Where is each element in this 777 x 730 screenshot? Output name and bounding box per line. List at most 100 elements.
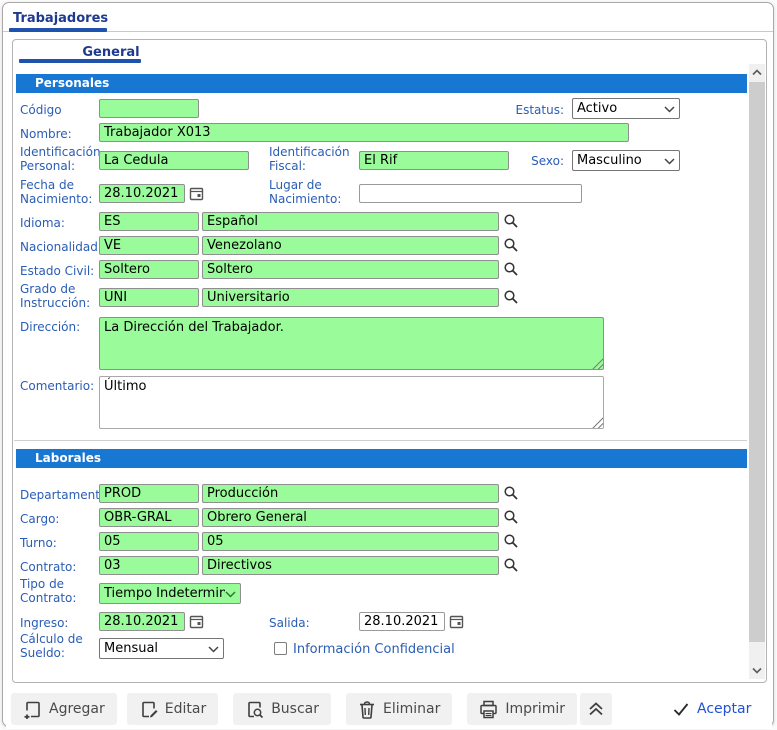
aceptar-button[interactable]: Aceptar: [660, 693, 763, 725]
search-icon[interactable]: [503, 237, 519, 253]
grado-instruccion-code-input[interactable]: [99, 288, 199, 307]
nombre-label: Nombre:: [20, 127, 100, 141]
estatus-label: Estatus:: [492, 103, 564, 117]
info-confidencial-checkbox[interactable]: [274, 642, 287, 655]
sexo-label: Sexo:: [492, 154, 564, 168]
nacionalidad-code-input[interactable]: [99, 236, 199, 255]
trabajadores-window: Trabajadores General Personales Código E…: [2, 2, 774, 727]
tab-trabajadores[interactable]: Trabajadores: [13, 11, 108, 26]
form-scroll-area: Personales Código Estatus: Activo Nombre…: [14, 64, 749, 679]
calendar-icon[interactable]: [449, 614, 464, 629]
contrato-code-input[interactable]: [99, 556, 199, 575]
estatus-select[interactable]: Activo: [572, 98, 680, 119]
calculo-sueldo-value: Mensual: [104, 641, 208, 656]
fecha-nacimiento-input[interactable]: [99, 184, 185, 203]
search-icon[interactable]: [503, 509, 519, 525]
comentario-label: Comentario:: [20, 379, 102, 393]
tipo-contrato-select[interactable]: Tiempo Indeterminado: [99, 583, 241, 604]
scroll-up-icon[interactable]: [749, 64, 765, 81]
tipo-contrato-value: Tiempo Indeterminado: [104, 586, 225, 601]
editar-button[interactable]: Editar: [127, 693, 218, 725]
search-document-icon: [245, 700, 264, 719]
imprimir-button[interactable]: Imprimir: [467, 693, 577, 725]
chevron-down-icon: [664, 157, 675, 165]
codigo-input[interactable]: [99, 99, 199, 118]
agregar-button[interactable]: Agregar: [11, 693, 117, 725]
trash-icon: [358, 700, 376, 719]
id-personal-input[interactable]: [99, 151, 249, 170]
info-confidencial-label: Información Confidencial: [293, 642, 455, 657]
section-header-personales: Personales: [16, 74, 747, 93]
departamento-desc-input[interactable]: [202, 484, 499, 503]
fecha-nacimiento-label: Fecha de Nacimiento:: [20, 178, 100, 206]
search-icon[interactable]: [503, 261, 519, 277]
calculo-sueldo-label: Cálculo de Sueldo:: [20, 632, 100, 660]
idioma-code-input[interactable]: [99, 212, 199, 231]
idioma-desc-input[interactable]: [202, 212, 499, 231]
search-icon[interactable]: [503, 213, 519, 229]
sexo-select[interactable]: Masculino: [572, 150, 680, 171]
lugar-nacimiento-input[interactable]: [359, 184, 582, 203]
direccion-textarea[interactable]: La Dirección del Trabajador.: [99, 317, 604, 370]
departamento-label: Departamento:: [20, 488, 99, 502]
departamento-code-input[interactable]: [99, 484, 199, 503]
search-icon[interactable]: [503, 533, 519, 549]
scroll-down-icon[interactable]: [749, 662, 765, 679]
chevron-down-icon: [208, 645, 219, 653]
editar-label: Editar: [165, 701, 206, 717]
search-icon[interactable]: [503, 557, 519, 573]
chevron-double-up-icon: [587, 701, 605, 717]
tab-trabajadores-underline: [9, 28, 107, 32]
section-header-laborales: Laborales: [16, 449, 747, 468]
grado-instruccion-label: Grado de Instrucción:: [20, 282, 100, 310]
ingreso-input[interactable]: [99, 612, 185, 631]
cargo-code-input[interactable]: [99, 508, 199, 527]
comentario-textarea[interactable]: Último: [99, 376, 604, 429]
estado-civil-desc-input[interactable]: [202, 260, 499, 279]
nacionalidad-desc-input[interactable]: [202, 236, 499, 255]
calendar-icon[interactable]: [189, 614, 204, 629]
chevron-down-icon: [664, 105, 675, 113]
screen: Trabajadores General Personales Código E…: [0, 0, 777, 730]
cargo-desc-input[interactable]: [202, 508, 499, 527]
contrato-desc-input[interactable]: [202, 556, 499, 575]
nombre-input[interactable]: [99, 123, 629, 142]
aceptar-label: Aceptar: [697, 701, 751, 717]
tab-panel: General Personales Código Estatus: Activ…: [12, 39, 767, 683]
printer-icon: [479, 700, 498, 719]
buscar-button[interactable]: Buscar: [233, 693, 331, 725]
grado-instruccion-desc-input[interactable]: [202, 288, 499, 307]
search-icon[interactable]: [503, 485, 519, 501]
estatus-value: Activo: [577, 101, 664, 116]
tab-general[interactable]: General: [56, 45, 166, 60]
search-icon[interactable]: [503, 289, 519, 305]
turno-code-input[interactable]: [99, 532, 199, 551]
imprimir-label: Imprimir: [505, 701, 565, 717]
estado-civil-code-input[interactable]: [99, 260, 199, 279]
salida-input[interactable]: [359, 612, 445, 631]
id-fiscal-input[interactable]: [359, 151, 509, 170]
id-personal-label: Identificación Personal:: [20, 145, 102, 173]
tabstrip-divider: [3, 31, 773, 32]
salida-label: Salida:: [269, 616, 354, 630]
idioma-label: Idioma:: [20, 216, 100, 230]
id-fiscal-label: Identificación Fiscal:: [269, 145, 354, 173]
turno-desc-input[interactable]: [202, 532, 499, 551]
calendar-icon[interactable]: [189, 186, 204, 201]
vertical-scrollbar[interactable]: [749, 64, 765, 679]
eliminar-button[interactable]: Eliminar: [346, 693, 452, 725]
eliminar-label: Eliminar: [383, 701, 440, 717]
collapse-toolbar-button[interactable]: [580, 693, 612, 725]
scrollbar-thumb[interactable]: [749, 82, 765, 642]
edit-document-icon: [139, 700, 158, 719]
cargo-label: Cargo:: [20, 512, 100, 526]
contrato-label: Contrato:: [20, 560, 100, 574]
agregar-label: Agregar: [49, 701, 105, 717]
bottom-toolbar: Agregar Editar Buscar Eliminar: [6, 689, 772, 729]
chevron-down-icon: [225, 590, 236, 598]
turno-label: Turno:: [20, 536, 100, 550]
calculo-sueldo-select[interactable]: Mensual: [99, 638, 224, 659]
section-divider: [14, 440, 747, 441]
sexo-value: Masculino: [577, 153, 664, 168]
nacionalidad-label: Nacionalidad:: [20, 240, 102, 254]
